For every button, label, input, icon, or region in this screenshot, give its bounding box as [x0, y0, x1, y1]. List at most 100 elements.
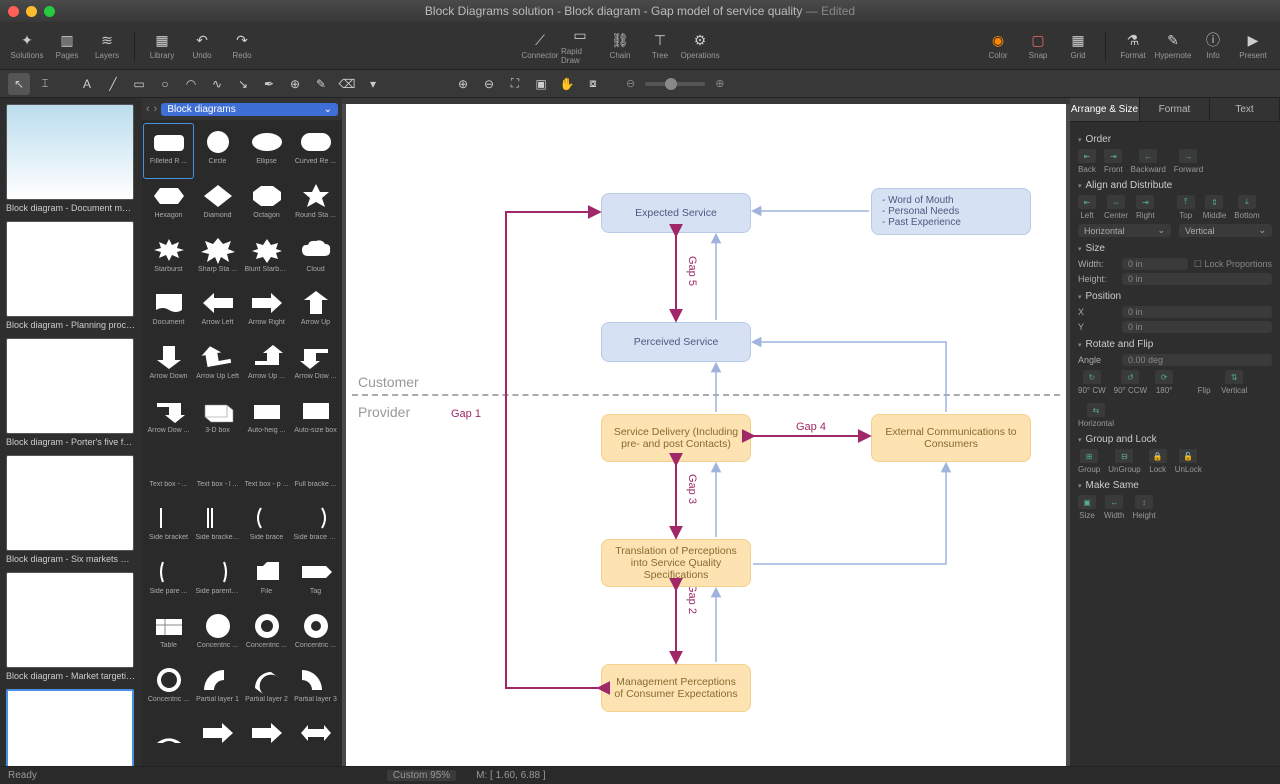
- minimize-icon[interactable]: [26, 6, 37, 17]
- shape-item[interactable]: [242, 715, 291, 762]
- height-field[interactable]: 0 in: [1122, 273, 1272, 285]
- shape-concentric-[interactable]: Concentric ...: [242, 608, 291, 662]
- shape-arrow-down[interactable]: Arrow Down: [144, 339, 193, 393]
- pages-button[interactable]: ▥Pages: [48, 26, 86, 66]
- hand-tool[interactable]: ✋: [556, 73, 578, 95]
- order-front[interactable]: ⇥Front: [1104, 149, 1123, 174]
- spline-tool[interactable]: ∿: [206, 73, 228, 95]
- shape-concentric-[interactable]: Concentric ...: [291, 608, 340, 662]
- x-field[interactable]: 0 in: [1122, 306, 1272, 318]
- shape-arrow-right[interactable]: Arrow Right: [242, 285, 291, 339]
- order-back[interactable]: ⇤Back: [1078, 149, 1096, 174]
- snap-button[interactable]: ▢Snap: [1019, 26, 1057, 66]
- shape-item[interactable]: [144, 715, 193, 762]
- textedit-tool[interactable]: ⌶: [34, 73, 56, 95]
- grouplock-section[interactable]: Group and Lock: [1078, 434, 1272, 445]
- shape-sharp-sta-[interactable]: Sharp Sta ...: [193, 232, 242, 286]
- shape-side-parenth-[interactable]: Side parenth ...: [193, 554, 242, 608]
- text-tool[interactable]: A: [76, 73, 98, 95]
- crop-tool[interactable]: ⧇: [582, 73, 604, 95]
- lib-back-icon[interactable]: ‹: [146, 103, 150, 115]
- solutions-button[interactable]: ✦Solutions: [8, 26, 46, 66]
- canvas[interactable]: Customer Provider Gap 1 Gap 2 Gap 3 Gap …: [346, 104, 1066, 766]
- zoom-icon[interactable]: [44, 6, 55, 17]
- shape-side-brace[interactable]: Side brace: [242, 500, 291, 554]
- shape-arrow-up-left[interactable]: Arrow Up Left: [193, 339, 242, 393]
- zoomout-tool[interactable]: ⊖: [478, 73, 500, 95]
- redo-button[interactable]: ↷Redo: [223, 26, 261, 66]
- library-selector[interactable]: Block diagrams⌄: [161, 103, 338, 116]
- layers-button[interactable]: ≋Layers: [88, 26, 126, 66]
- operations-button[interactable]: ⚙Operations: [681, 26, 719, 66]
- distribute-v[interactable]: Vertical⌄: [1179, 224, 1272, 237]
- rot-90cw[interactable]: ↻90° CW: [1078, 370, 1106, 395]
- tab-text[interactable]: Text: [1210, 98, 1280, 121]
- tree-button[interactable]: ⊤Tree: [641, 26, 679, 66]
- shape-arrow-dow-[interactable]: Arrow Dow ...: [144, 393, 193, 447]
- shape-auto-size-box[interactable]: Auto-size box: [291, 393, 340, 447]
- shape-partial-layer-3[interactable]: Partial layer 3: [291, 662, 340, 716]
- shape-arrow-up[interactable]: Arrow Up: [291, 285, 340, 339]
- flip-h[interactable]: ⇆Horizontal: [1078, 403, 1114, 428]
- y-field[interactable]: 0 in: [1122, 321, 1272, 333]
- shape-concentric-[interactable]: Concentric ...: [144, 662, 193, 716]
- page-thumb[interactable]: Block diagram - Gap model of service q..…: [6, 689, 136, 766]
- shape-cloud[interactable]: Cloud: [291, 232, 340, 286]
- shape-circle[interactable]: Circle: [193, 124, 242, 178]
- shape-diamond[interactable]: Diamond: [193, 178, 242, 232]
- align-section[interactable]: Align and Distribute: [1078, 180, 1272, 191]
- lock-btn[interactable]: 🔒Lock: [1149, 449, 1167, 474]
- canvas-area[interactable]: Customer Provider Gap 1 Gap 2 Gap 3 Gap …: [342, 98, 1070, 766]
- shape-side-brace-[interactable]: Side brace - ...: [291, 500, 340, 554]
- page-thumb[interactable]: Block diagram - Document management...: [6, 104, 136, 213]
- connector-tool[interactable]: ↘: [232, 73, 254, 95]
- page-thumb[interactable]: Block diagram - Market targeting: [6, 572, 136, 681]
- ungroup-btn[interactable]: ⊟UnGroup: [1108, 449, 1140, 474]
- hypernote-button[interactable]: ✎Hypernote: [1154, 26, 1192, 66]
- shape-concentric-[interactable]: Concentric ...: [193, 608, 242, 662]
- shape-tag[interactable]: Tag: [291, 554, 340, 608]
- shape-file[interactable]: File: [242, 554, 291, 608]
- fit-tool[interactable]: ⛶: [504, 73, 526, 95]
- shape-blunt-starburst[interactable]: Blunt Starburst: [242, 232, 291, 286]
- page-thumb[interactable]: Block diagram - Six markets model: [6, 455, 136, 564]
- shape-side-pare-[interactable]: Side pare ...: [144, 554, 193, 608]
- unlock-btn[interactable]: 🔓UnLock: [1175, 449, 1202, 474]
- align-center[interactable]: ⇔Center: [1104, 195, 1128, 220]
- rot-90ccw[interactable]: ↺90° CCW: [1114, 370, 1147, 395]
- distribute-h[interactable]: Horizontal⌄: [1078, 224, 1171, 237]
- shape-arrow-left[interactable]: Arrow Left: [193, 285, 242, 339]
- eraser-tool[interactable]: ⌫: [336, 73, 358, 95]
- close-icon[interactable]: [8, 6, 19, 17]
- zoom-region[interactable]: ▣: [530, 73, 552, 95]
- shape-partial-layer-2[interactable]: Partial layer 2: [242, 662, 291, 716]
- same-width[interactable]: ↔Width: [1104, 495, 1124, 520]
- flip-v[interactable]: ⇅Vertical: [1221, 370, 1247, 395]
- shape-item[interactable]: [291, 715, 340, 762]
- connector-button[interactable]: ⟋Connector: [521, 26, 559, 66]
- rect-tool[interactable]: ▭: [128, 73, 150, 95]
- shape-auto-heig-[interactable]: Auto-heig ...: [242, 393, 291, 447]
- shape-table[interactable]: Table: [144, 608, 193, 662]
- lib-fwd-icon[interactable]: ›: [154, 103, 158, 115]
- position-section[interactable]: Position: [1078, 291, 1272, 302]
- shape-item[interactable]: [193, 715, 242, 762]
- shape-partial-layer-1[interactable]: Partial layer 1: [193, 662, 242, 716]
- order-forward[interactable]: →Forward: [1174, 149, 1203, 174]
- shape-arrow-up-[interactable]: Arrow Up ...: [242, 339, 291, 393]
- shape-ellipse[interactable]: Ellipse: [242, 124, 291, 178]
- grid-button[interactable]: ▦Grid: [1059, 26, 1097, 66]
- align-right[interactable]: ⇥Right: [1136, 195, 1155, 220]
- pen-tool[interactable]: ✒: [258, 73, 280, 95]
- order-backward[interactable]: ←Backward: [1131, 149, 1166, 174]
- page-thumb[interactable]: Block diagram - Planning process: [6, 221, 136, 330]
- makesame-section[interactable]: Make Same: [1078, 480, 1272, 491]
- shape-filleted-r-[interactable]: Filleted R ...: [144, 124, 193, 178]
- shape-curved-re-[interactable]: Curved Re ...: [291, 124, 340, 178]
- rotate-section[interactable]: Rotate and Flip: [1078, 339, 1272, 350]
- size-section[interactable]: Size: [1078, 243, 1272, 254]
- arc-tool[interactable]: ◠: [180, 73, 202, 95]
- line-tool[interactable]: ╱: [102, 73, 124, 95]
- tab-arrange[interactable]: Arrange & Size: [1070, 98, 1140, 121]
- page-thumb[interactable]: Block diagram - Porter's five forces mod…: [6, 338, 136, 447]
